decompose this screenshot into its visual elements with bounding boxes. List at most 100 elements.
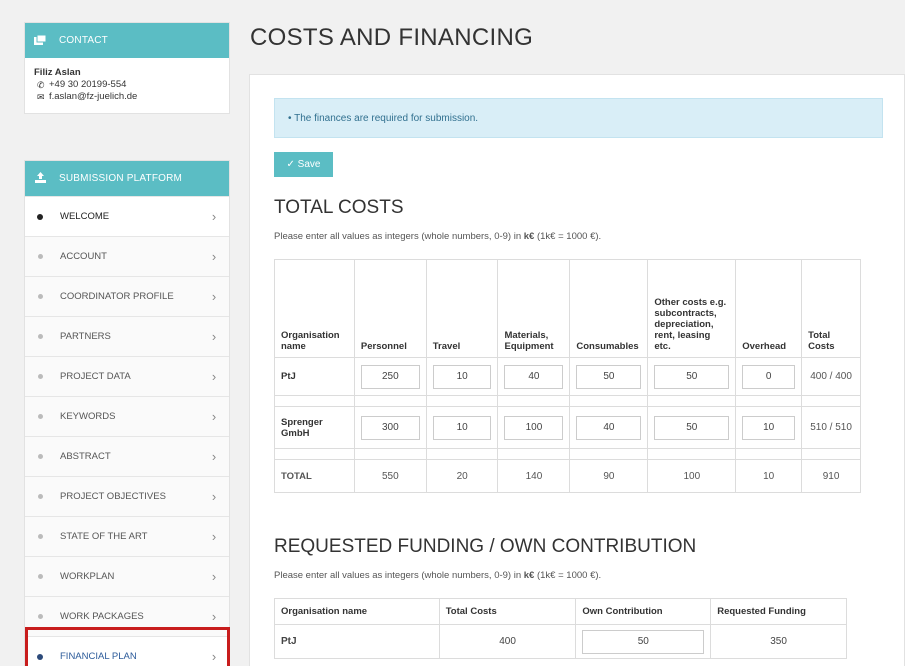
nav-label: WORK PACKAGES: [60, 611, 144, 622]
funding-title: REQUESTED FUNDING / OWN CONTRIBUTION: [274, 536, 697, 557]
status-dot-icon: [25, 294, 55, 299]
nav-label: PROJECT OBJECTIVES: [60, 491, 166, 502]
status-dot-icon: [25, 574, 55, 579]
other-costs-input[interactable]: 50: [654, 364, 730, 389]
nav-label: ACCOUNT: [60, 251, 107, 262]
funding-table: Organisation name Total Costs Own Contri…: [274, 598, 847, 659]
nav-label: COORDINATOR PROFILE: [60, 291, 174, 302]
nav-item-coordinator-profile[interactable]: COORDINATOR PROFILE ›: [25, 276, 229, 316]
table-spacer: [274, 448, 861, 460]
upload-icon: [25, 171, 55, 186]
info-alert: • The finances are required for submissi…: [274, 98, 883, 138]
chevron-right-icon: ›: [211, 329, 217, 344]
nav-label: PARTNERS: [60, 331, 111, 342]
nav-item-welcome[interactable]: WELCOME ›: [25, 196, 229, 236]
status-dot-icon: [25, 374, 55, 379]
nav-label: WELCOME: [60, 211, 110, 222]
status-dot-icon: [25, 254, 55, 259]
phone-icon: ✆: [37, 80, 45, 90]
chevron-right-icon: ›: [211, 369, 217, 384]
consumables-input[interactable]: 50: [576, 364, 642, 389]
chevron-right-icon: ›: [211, 649, 217, 664]
nav-item-project-data[interactable]: PROJECT DATA ›: [25, 356, 229, 396]
nav-item-project-objectives[interactable]: PROJECT OBJECTIVES ›: [25, 476, 229, 516]
travel-input[interactable]: 10: [432, 364, 492, 389]
chevron-right-icon: ›: [211, 449, 217, 464]
contact-phone: +49 30 20199-554: [49, 79, 127, 90]
table-row: PtJ 400 50 350: [274, 624, 847, 659]
chevron-right-icon: ›: [211, 529, 217, 544]
nav-item-workplan[interactable]: WORKPLAN ›: [25, 556, 229, 596]
other-costs-input[interactable]: 50: [654, 415, 730, 440]
page-title: COSTS AND FINANCING: [250, 24, 534, 51]
sum-consumables: 90: [569, 459, 649, 493]
status-dot-icon: [25, 213, 55, 220]
sum-travel: 20: [425, 459, 499, 493]
table-row: Sprenger GmbH 300 10 100 40 50 10 510 / …: [274, 406, 861, 449]
travel-input[interactable]: 10: [432, 415, 492, 440]
save-button[interactable]: ✓ Save: [274, 152, 333, 177]
table-spacer: [274, 395, 861, 407]
consumables-input[interactable]: 40: [576, 415, 642, 440]
overhead-input[interactable]: 10: [742, 415, 796, 440]
personnel-input[interactable]: 300: [360, 415, 420, 440]
nav-label: FINANCIAL PLAN: [60, 651, 137, 662]
col-header-total: Total Costs: [438, 598, 577, 625]
nav-item-keywords[interactable]: KEYWORDS ›: [25, 396, 229, 436]
table-header-row: Organisation name Total Costs Own Contri…: [274, 598, 847, 625]
status-dot-icon: [25, 494, 55, 499]
col-header-materials: Materials, Equipment: [497, 259, 571, 358]
nav-item-financial-plan[interactable]: FINANCIAL PLAN ›: [25, 636, 229, 666]
nav-label: WORKPLAN: [60, 571, 115, 582]
requested-funding-value: 350: [710, 624, 847, 659]
col-header-total: Total Costs: [801, 259, 861, 358]
contact-name: Filiz Aslan: [34, 67, 81, 78]
personnel-input[interactable]: 250: [360, 364, 420, 389]
contact-header-title: CONTACT: [59, 35, 108, 46]
nav-label: ABSTRACT: [60, 451, 111, 462]
chevron-right-icon: ›: [211, 609, 217, 624]
contact-card-icon: [25, 34, 55, 48]
status-dot-icon: [25, 454, 55, 459]
sum-total: 910: [801, 459, 861, 493]
nav-item-account[interactable]: ACCOUNT ›: [25, 236, 229, 276]
chevron-right-icon: ›: [211, 289, 217, 304]
row-total: 400 / 400: [801, 357, 861, 396]
funding-hint: Please enter all values as integers (who…: [274, 570, 602, 581]
sum-other: 100: [647, 459, 737, 493]
status-dot-icon: [25, 334, 55, 339]
table-row: PtJ 250 10 40 50 50 0 400 / 400: [274, 357, 861, 396]
sum-overhead: 10: [735, 459, 803, 493]
own-contribution-input[interactable]: 50: [582, 629, 705, 654]
sum-personnel: 550: [353, 459, 427, 493]
total-costs-hint: Please enter all values as integers (who…: [274, 231, 602, 242]
col-header-org: Organisation name: [274, 259, 355, 358]
materials-input[interactable]: 40: [504, 364, 564, 389]
submission-header: SUBMISSION PLATFORM: [25, 161, 229, 196]
contact-header: CONTACT: [25, 23, 229, 58]
nav-item-partners[interactable]: PARTNERS ›: [25, 316, 229, 356]
col-header-other: Other costs e.g. subcontracts, depreciat…: [647, 259, 737, 358]
table-header-row: Organisation name Personnel Travel Mater…: [274, 259, 861, 358]
nav-item-work-packages[interactable]: WORK PACKAGES ›: [25, 596, 229, 636]
chevron-right-icon: ›: [211, 489, 217, 504]
sum-materials: 140: [497, 459, 571, 493]
total-costs-title: TOTAL COSTS: [274, 197, 404, 218]
contact-email[interactable]: f.aslan@fz-juelich.de: [49, 91, 137, 103]
materials-input[interactable]: 100: [504, 415, 564, 440]
table-total-row: TOTAL 550 20 140 90 100 10 910: [274, 459, 861, 493]
nav-item-state-of-the-art[interactable]: STATE OF THE ART ›: [25, 516, 229, 556]
nav-label: STATE OF THE ART: [60, 531, 148, 542]
status-dot-icon: [25, 614, 55, 619]
overhead-input[interactable]: 0: [742, 364, 796, 389]
row-total: 510 / 510: [801, 406, 861, 449]
col-header-own: Own Contribution: [575, 598, 712, 625]
total-costs-table: Organisation name Personnel Travel Mater…: [274, 259, 861, 493]
col-header-travel: Travel: [425, 259, 499, 358]
nav-item-abstract[interactable]: ABSTRACT ›: [25, 436, 229, 476]
contact-panel: CONTACT Filiz Aslan ✆ +49 30 20199-554 ✉…: [24, 22, 230, 114]
col-header-consumables: Consumables: [569, 259, 649, 358]
status-dot-icon: [25, 534, 55, 539]
chevron-right-icon: ›: [211, 209, 217, 224]
main-card: • The finances are required for submissi…: [249, 74, 905, 666]
